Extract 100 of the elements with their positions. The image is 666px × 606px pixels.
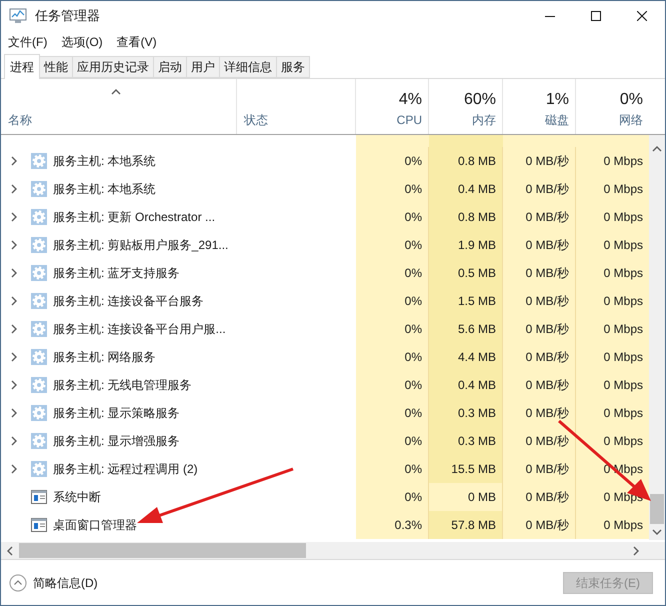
network-value: 0 Mbps [604, 209, 643, 226]
cpu-value: 0% [404, 265, 422, 282]
process-name: 桌面窗口管理器 [53, 517, 137, 534]
expand-chevron-icon [9, 240, 19, 250]
disk-value: 0 MB/秒 [526, 237, 569, 254]
horizontal-scrollbar[interactable] [1, 542, 665, 559]
disk-value: 0 MB/秒 [526, 153, 569, 170]
tab[interactable]: 性能 [40, 56, 73, 78]
cpu-value: 0% [404, 209, 422, 226]
column-header[interactable]: 内存 [472, 111, 496, 129]
monitor-icon [9, 8, 27, 24]
gear-icon [31, 321, 47, 337]
disk-value: 0 MB/秒 [526, 405, 569, 422]
memory-cell: 1.5 MB [429, 287, 503, 315]
gear-icon [31, 293, 47, 309]
network-value: 0 Mbps [604, 517, 643, 534]
expand-chevron-icon [9, 268, 19, 278]
tab[interactable]: 应用历史记录 [73, 56, 154, 78]
process-name: 服务主机: 连接设备平台服务 [53, 293, 204, 310]
network-value: 0 Mbps [604, 265, 643, 282]
gear-icon [31, 181, 47, 197]
usage-percent: 1% [546, 90, 569, 110]
disk-value: 0 MB/秒 [526, 181, 569, 198]
gear-icon [31, 349, 47, 365]
process-name: 服务主机: 显示增强服务 [53, 433, 180, 450]
column-header[interactable]: 磁盘 [545, 111, 569, 129]
tab[interactable]: 服务 [277, 56, 310, 78]
scrollbar-thumb[interactable] [19, 543, 306, 558]
column-header[interactable]: 状态 [237, 111, 268, 129]
disk-value: 0 MB/秒 [526, 517, 569, 534]
column-header[interactable]: 网络 [619, 111, 643, 129]
menu-item[interactable]: 文件(F) [8, 33, 48, 51]
window-icon [31, 518, 47, 532]
memory-cell: 1.9 MB [429, 231, 503, 259]
process-name: 服务主机: 本地系统 [53, 181, 156, 198]
gear-icon [31, 405, 47, 421]
memory-cell: 0.8 MB [429, 147, 503, 175]
process-name: 服务主机: 显示策略服务 [53, 405, 180, 422]
scrollbar-thumb[interactable] [650, 494, 664, 524]
sort-caret-icon [111, 87, 121, 97]
gear-icon [31, 209, 47, 225]
expand-chevron-icon [9, 324, 19, 334]
usage-percent: 60% [464, 90, 496, 110]
tab[interactable]: 详细信息 [220, 56, 277, 78]
tab[interactable]: 用户 [187, 56, 220, 78]
menu-item[interactable]: 选项(O) [61, 33, 103, 51]
disk-value: 0 MB/秒 [526, 377, 569, 394]
cpu-value: 0% [404, 433, 422, 450]
window-title: 任务管理器 [35, 7, 100, 26]
expand-chevron-icon [9, 408, 19, 418]
column-header[interactable]: CPU [396, 111, 422, 129]
usage-percent: 0% [620, 90, 643, 110]
cpu-value: 0% [404, 153, 422, 170]
expand-chevron-icon [9, 212, 19, 222]
disk-value: 0 MB/秒 [526, 209, 569, 226]
vertical-scrollbar[interactable] [649, 135, 665, 540]
collapse-circle-icon [9, 574, 27, 592]
memory-cell: 0.4 MB [429, 371, 503, 399]
gear-icon [31, 237, 47, 253]
process-name: 服务主机: 剪贴板用户服务_291... [53, 237, 228, 254]
gear-icon [31, 377, 47, 393]
expand-chevron-icon [9, 184, 19, 194]
details-toggle[interactable]: 简略信息(D) [9, 574, 98, 592]
scroll-up-icon [652, 144, 662, 154]
cpu-value: 0% [404, 293, 422, 310]
disk-value: 0 MB/秒 [526, 265, 569, 282]
memory-cell: 0.4 MB [429, 175, 503, 203]
process-name: 服务主机: 蓝牙支持服务 [53, 265, 180, 282]
memory-cell: 5.6 MB [429, 315, 503, 343]
cpu-value: 0% [404, 377, 422, 394]
memory-cell: 0.8 MB [429, 203, 503, 231]
window-icon [31, 490, 47, 504]
disk-value: 0 MB/秒 [526, 321, 569, 338]
menu-item[interactable]: 查看(V) [116, 33, 157, 51]
scroll-left-icon [5, 546, 15, 556]
cpu-value: 0% [404, 405, 422, 422]
process-name: 服务主机: 连接设备平台用户服... [53, 321, 226, 338]
cpu-value: 0% [404, 237, 422, 254]
column-header[interactable]: 名称 [1, 111, 32, 129]
memory-cell: 0.3 MB [429, 427, 503, 455]
gear-icon [31, 461, 47, 477]
expand-chevron-icon [9, 464, 19, 474]
disk-value: 0 MB/秒 [526, 293, 569, 310]
tab[interactable]: 启动 [154, 56, 187, 78]
network-value: 0 Mbps [604, 377, 643, 394]
disk-value: 0 MB/秒 [526, 461, 569, 478]
scroll-down-icon [652, 527, 662, 537]
close-icon [637, 11, 647, 21]
disk-value: 0 MB/秒 [526, 349, 569, 366]
cpu-value: 0% [404, 349, 422, 366]
cpu-value: 0% [404, 181, 422, 198]
disk-value: 0 MB/秒 [526, 489, 569, 506]
cpu-value: 0% [404, 489, 422, 506]
expand-chevron-icon [9, 296, 19, 306]
scroll-right-icon [631, 546, 641, 556]
maximize-icon [591, 11, 601, 21]
disk-value: 0 MB/秒 [526, 433, 569, 450]
tab[interactable]: 进程 [4, 54, 40, 79]
network-value: 0 Mbps [604, 321, 643, 338]
memory-cell: 0.3 MB [429, 399, 503, 427]
